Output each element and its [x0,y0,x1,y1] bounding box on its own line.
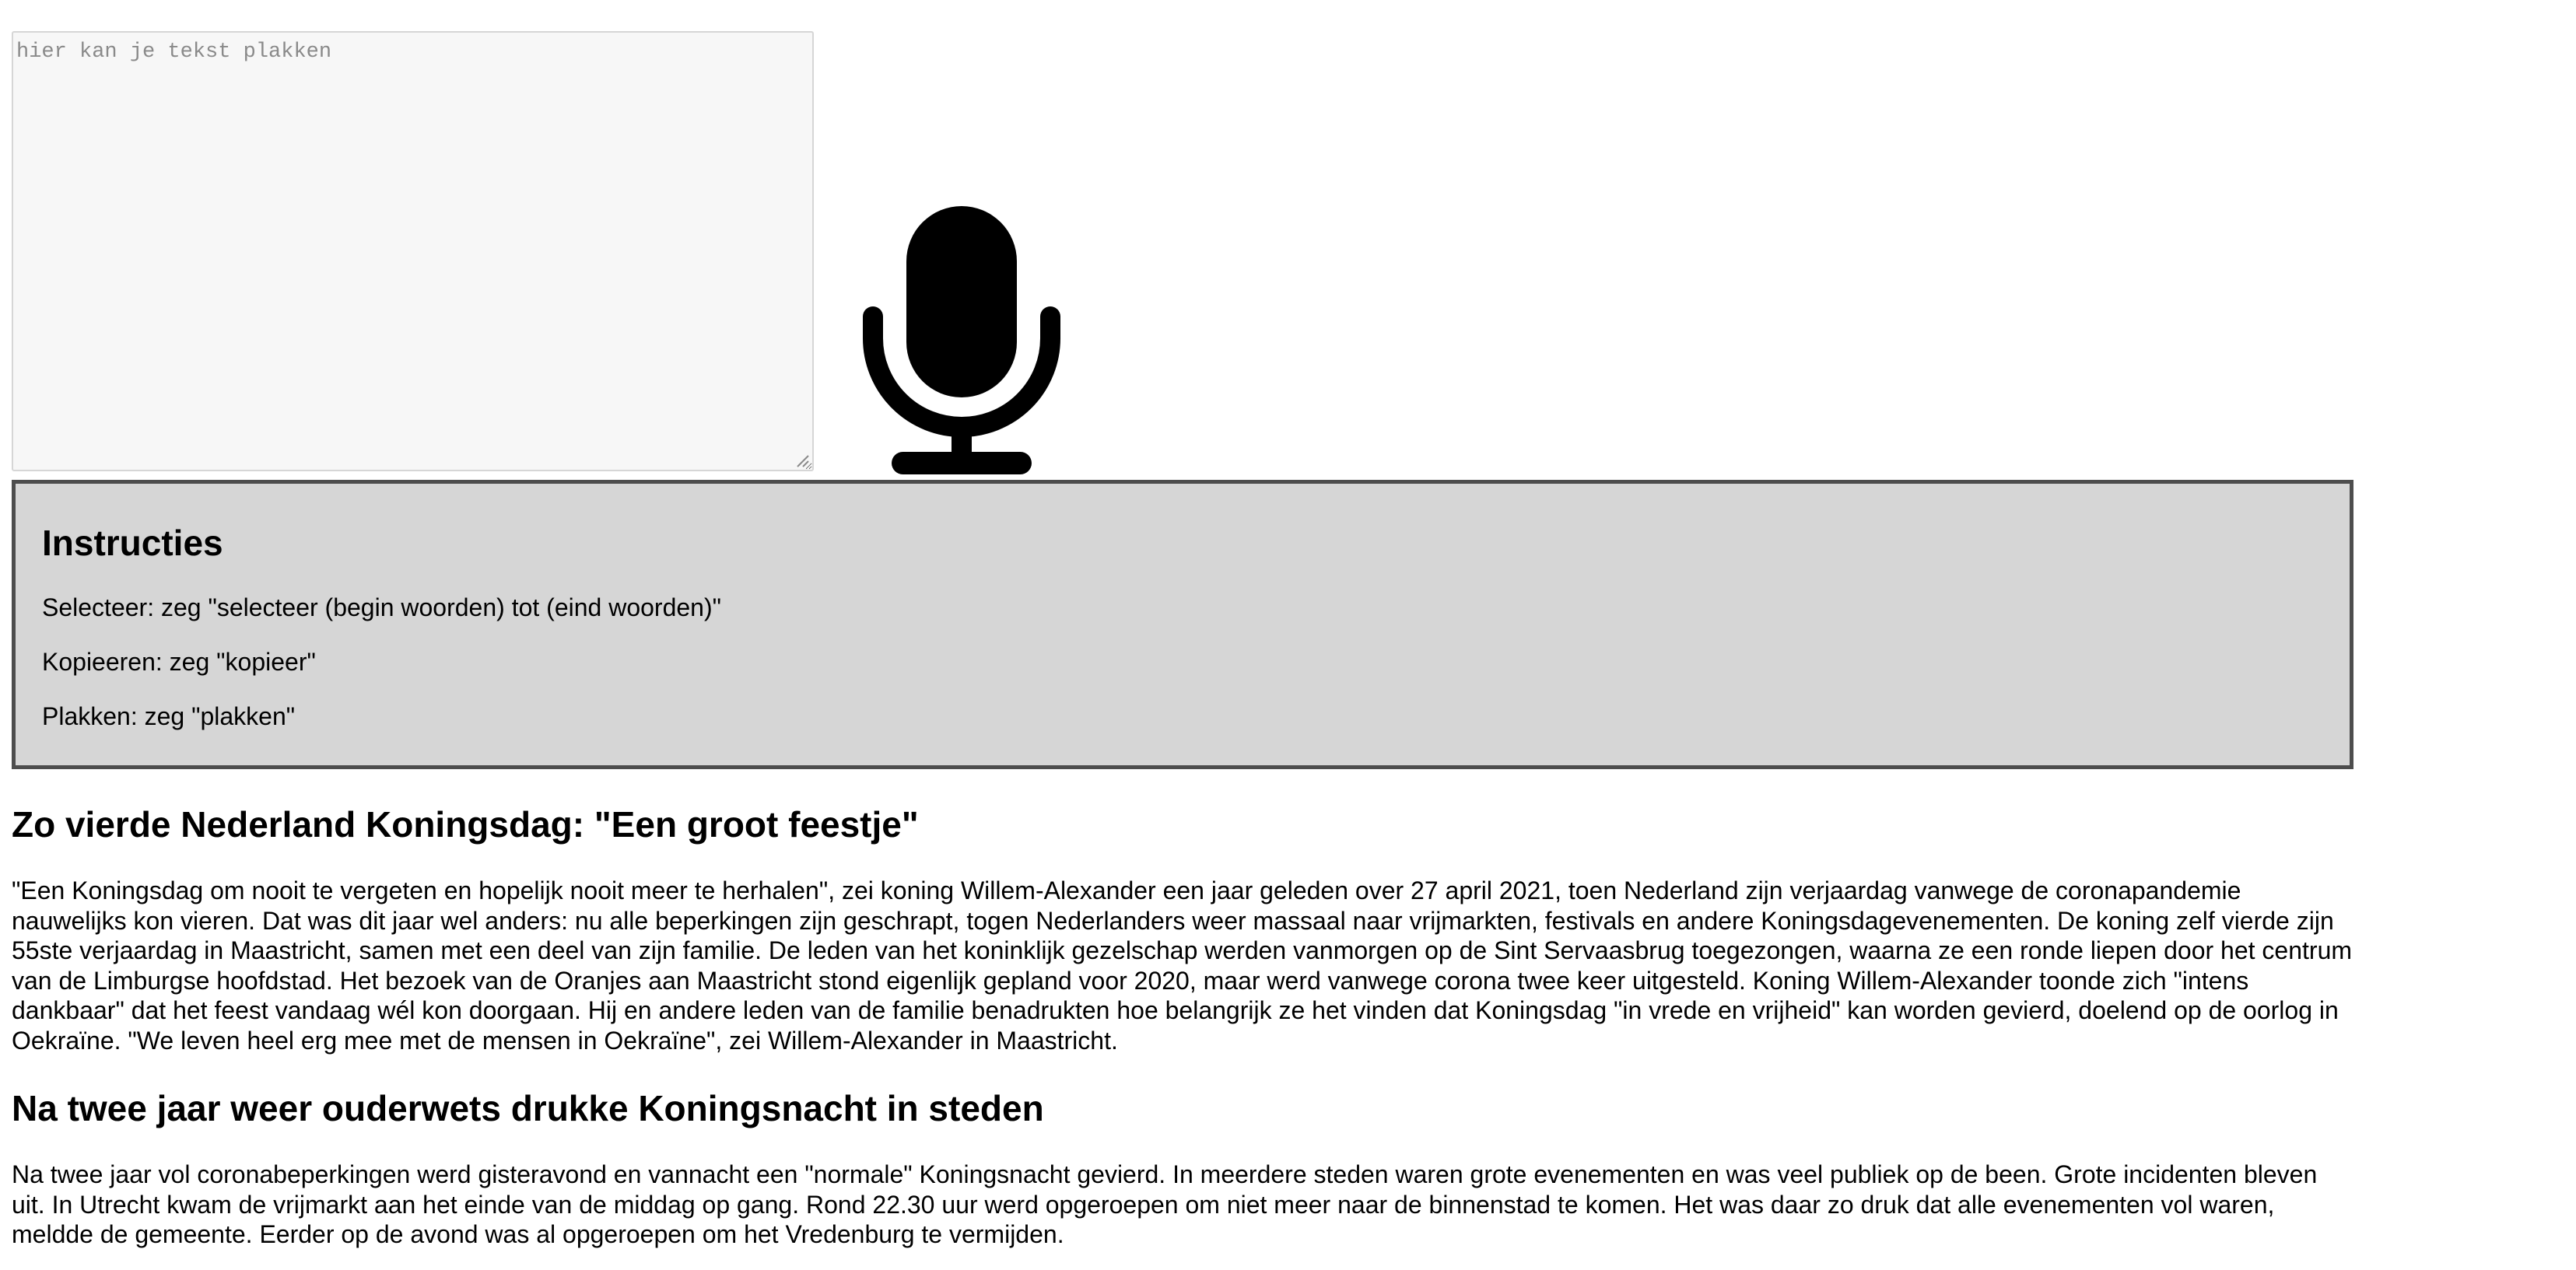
section-heading: Na twee jaar weer ouderwets drukke Konin… [12,1088,1044,1128]
news-article: Zo vierde Nederland Koningsdag: "Een gro… [12,801,2353,1250]
instruction-select: Selecteer: zeg "selecteer (begin woorden… [42,593,721,621]
microphone-icon [863,206,1060,474]
instructions-panel: Instructies Selecteer: zeg "selecteer (b… [12,480,2353,769]
section-heading: Zo vierde Nederland Koningsdag: "Een gro… [12,804,919,845]
microphone-button[interactable] [862,206,1061,474]
instructions-title: Instructies [42,523,223,563]
section-body: Na twee jaar vol coronabeperkingen werd … [12,1160,2318,1248]
editor-row [12,31,1101,474]
paste-text-area[interactable] [12,31,814,471]
page: Instructies Selecteer: zeg "selecteer (b… [0,0,2576,1270]
section-body: "Een Koningsdag om nooit te vergeten en … [12,876,2353,1055]
instruction-paste: Plakken: zeg "plakken" [42,701,296,730]
instruction-copy: Kopieeren: zeg "kopieer" [42,647,316,676]
